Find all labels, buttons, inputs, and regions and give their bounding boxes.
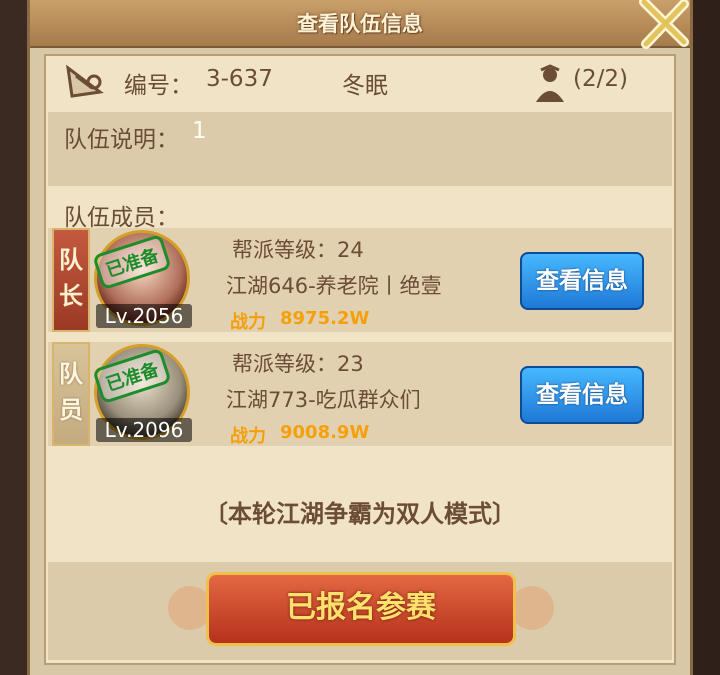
member-count: (2/2) (573, 66, 628, 92)
team-code-value: 3-637 (206, 66, 273, 92)
view-info-button[interactable]: 查看信息 (520, 252, 644, 310)
role-badge-leader: 队长 (52, 228, 90, 332)
dialog-titlebar: 查看队伍信息 (30, 0, 692, 50)
role-label: 队员 (59, 360, 83, 424)
role-label: 队长 (59, 246, 83, 310)
mode-notice: 〔本轮江湖争霸为双人模式〕 (204, 500, 516, 528)
guild-level: 帮派等级：23 (232, 352, 364, 376)
server-guild-name: 江湖646-养老院丨绝壹 (226, 274, 442, 298)
bottom-action-bar: 已报名参赛 (48, 562, 672, 660)
member-row: 队员 已准备 Lv.2096 帮派等级：23 江湖773-吃瓜群众们 战力 90… (48, 342, 672, 447)
decoration-right (510, 586, 554, 630)
role-badge-member: 队员 (52, 342, 90, 446)
team-info-row: 编号： 3-637 冬眠 (2/2) (46, 56, 674, 108)
team-members-label: 队伍成员： (64, 205, 179, 231)
dialog-title: 查看队伍信息 (297, 12, 423, 36)
power-value: 8975.2W (280, 308, 370, 329)
team-code-label: 编号： (124, 73, 193, 99)
signed-up-button[interactable]: 已报名参赛 (206, 572, 516, 646)
server-guild-name: 江湖773-吃瓜群众们 (226, 388, 421, 412)
power-label: 战力 (230, 312, 266, 333)
dialog-content: 编号： 3-637 冬眠 (2/2) 队伍说明： 1 队伍成员： 队长 已准备 … (44, 54, 676, 665)
close-icon[interactable] (636, 0, 692, 50)
power-label: 战力 (230, 426, 266, 447)
guild-level: 帮派等级：24 (232, 238, 364, 262)
power-value: 9008.9W (280, 422, 370, 443)
member-row: 队长 已准备 Lv.2056 帮派等级：24 江湖646-养老院丨绝壹 战力 8… (48, 228, 672, 333)
player-level: Lv.2096 (96, 418, 192, 442)
team-description-label: 队伍说明： (64, 127, 179, 153)
team-description-box: 队伍说明： 1 (48, 112, 672, 186)
team-description-value: 1 (192, 118, 207, 144)
team-info-dialog: 查看队伍信息 编号： 3-637 冬眠 (2/2) 队伍说明： 1 队伍成员： … (27, 0, 693, 675)
player-level: Lv.2056 (96, 304, 192, 328)
team-name: 冬眠 (342, 73, 388, 99)
team-flag-icon (66, 64, 104, 98)
view-info-button[interactable]: 查看信息 (520, 366, 644, 424)
person-icon (536, 64, 564, 102)
